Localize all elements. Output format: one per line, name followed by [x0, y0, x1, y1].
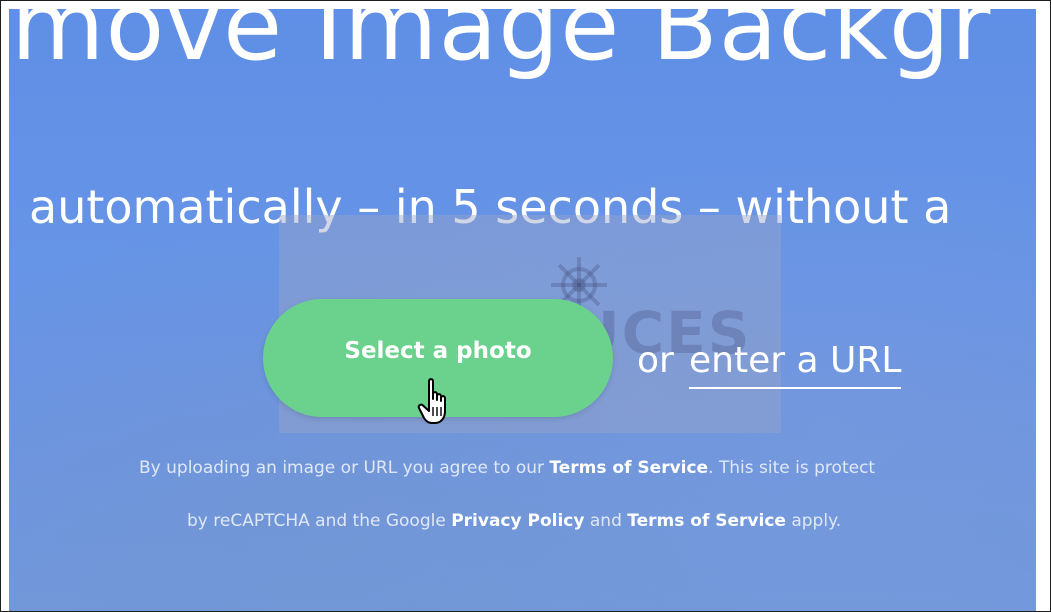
hand-pointer-icon: [417, 378, 446, 424]
page-headline: move Image Backgr: [11, 9, 992, 82]
privacy-policy-link[interactable]: Privacy Policy: [451, 511, 584, 531]
select-photo-label: Select a photo: [344, 338, 532, 364]
terms-notice-line-1: By uploading an image or URL you agree t…: [139, 456, 1036, 480]
terms-of-service-link[interactable]: Terms of Service: [549, 458, 708, 478]
terms-text: apply.: [785, 511, 842, 531]
terms-text: . This site is protect: [708, 458, 876, 478]
or-text: or: [637, 340, 674, 381]
terms-text: and: [584, 511, 628, 531]
terms-text: By uploading an image or URL you agree t…: [139, 458, 550, 478]
google-terms-link[interactable]: Terms of Service: [627, 511, 786, 531]
terms-notice-line-2: by reCAPTCHA and the Google Privacy Poli…: [187, 509, 1036, 533]
enter-url-link[interactable]: enter a URL: [689, 339, 902, 389]
hero-section: move Image Backgr automatically – in 5 s…: [9, 9, 1036, 611]
screenshot-frame: move Image Backgr automatically – in 5 s…: [0, 0, 1051, 612]
window-margin: [1036, 1, 1050, 611]
terms-text: by reCAPTCHA and the Google: [187, 511, 452, 531]
